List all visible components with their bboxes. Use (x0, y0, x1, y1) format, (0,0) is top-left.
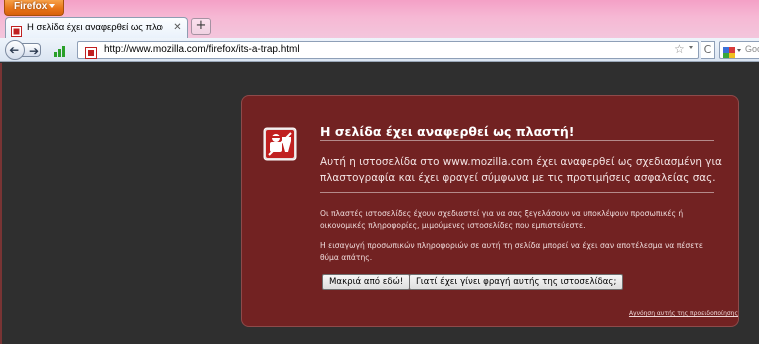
error-long-description: Οι πλαστές ιστοσελίδες έχουν σχεδιαστεί … (320, 208, 720, 264)
url-history-dropdown-icon[interactable] (689, 46, 693, 49)
back-arrow-icon: ➔ (9, 43, 20, 57)
long-description-paragraph-1: Οι πλαστές ιστοσελίδες έχουν σχεδιαστεί … (320, 209, 684, 230)
content-edge (0, 63, 2, 344)
blocked-site-icon (263, 127, 297, 161)
firefox-menu-label: Firefox (14, 1, 48, 12)
ignore-warning-link[interactable]: Αγνόηση αυτής της προειδοποίησης (629, 310, 738, 317)
google-icon (723, 44, 735, 58)
back-forward-group: ➔ ➔ (5, 40, 45, 60)
title-divider (320, 140, 714, 141)
tab-active[interactable]: Η σελίδα έχει αναφερθεί ως πλαστή! ✕ (5, 17, 188, 38)
site-favicon-icon (85, 44, 97, 63)
title-bar: Firefox Η σελίδα έχει αναφερθεί ως πλαστ… (0, 0, 759, 38)
error-title: Η σελίδα έχει αναφερθεί ως πλαστή! (320, 124, 575, 139)
new-tab-button[interactable]: + (191, 18, 211, 35)
tab-title: Η σελίδα έχει αναφερθεί ως πλαστή! (27, 22, 163, 33)
back-button[interactable]: ➔ (5, 40, 25, 60)
description-divider (320, 192, 714, 193)
page-content: Η σελίδα έχει αναφερθεί ως πλαστή! Αυτή … (0, 63, 759, 344)
get-me-out-button[interactable]: Μακριά από εδώ! (322, 274, 411, 290)
chevron-down-icon (49, 4, 55, 8)
url-bar[interactable]: http://www.mozilla.com/firefox/its-a-tra… (77, 41, 699, 59)
close-tab-icon[interactable]: ✕ (172, 22, 183, 33)
forward-arrow-icon: ➔ (29, 44, 40, 58)
bookmark-star-icon[interactable]: ☆ (674, 42, 685, 56)
long-description-paragraph-2: Η εισαγωγή προσωπικών πληροφοριών σε αυτ… (320, 241, 703, 262)
search-placeholder: Goo (745, 44, 759, 54)
search-engine-dropdown-icon[interactable] (737, 49, 741, 52)
search-bar[interactable]: Goo (719, 41, 759, 59)
phishing-warning-box: Η σελίδα έχει αναφερθεί ως πλαστή! Αυτή … (241, 95, 739, 327)
reload-icon[interactable]: C (701, 41, 715, 59)
why-blocked-button[interactable]: Γιατί έχει γίνει φραγή αυτής της ιστοσελ… (409, 274, 624, 290)
navigation-toolbar: ➔ ➔ http://www.mozilla.com/firefox/its-a… (0, 38, 759, 62)
firefox-menu-button[interactable]: Firefox (4, 0, 64, 16)
connection-signal-icon[interactable] (53, 43, 69, 57)
error-short-description: Αυτή η ιστοσελίδα στο www.mozilla.com έχ… (320, 156, 722, 184)
url-text[interactable]: http://www.mozilla.com/firefox/its-a-tra… (104, 44, 300, 55)
